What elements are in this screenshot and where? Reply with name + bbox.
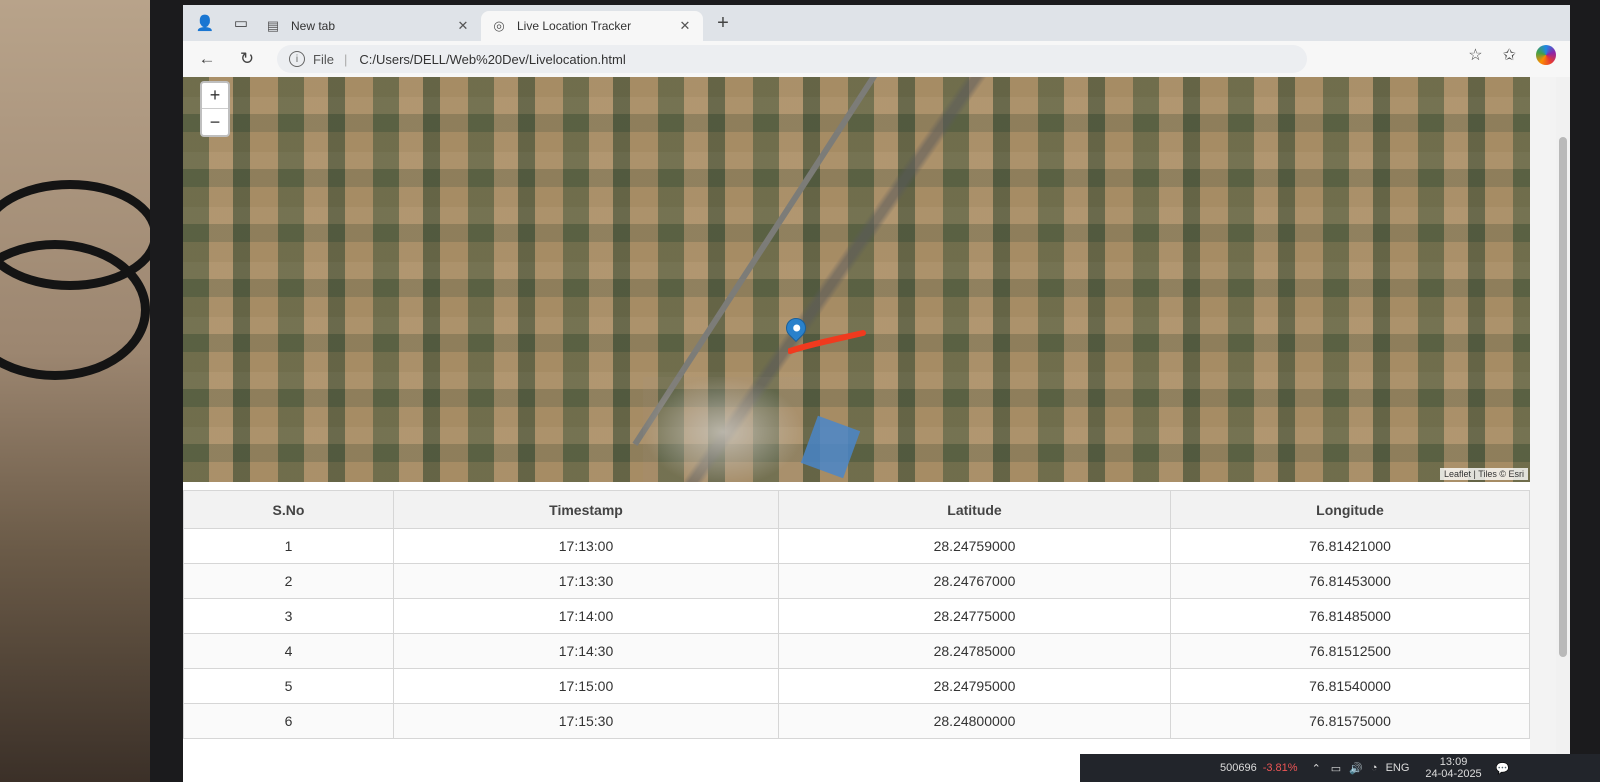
zoom-control: + − — [200, 81, 230, 137]
table-header-row: S.No Timestamp Latitude Longitude — [183, 490, 1530, 529]
header-latitude: Latitude — [778, 490, 1171, 529]
taskbar-tray: 500696 -3.81% ⌃ ▭ 🔊 ◔ ENG 13:09 24-04-20… — [1080, 754, 1600, 782]
language-indicator[interactable]: ENG — [1386, 762, 1410, 774]
profile-icon[interactable]: 👤 — [191, 9, 219, 37]
favorites-icon[interactable]: ✩ — [1503, 45, 1516, 65]
zoom-out-button[interactable]: − — [202, 109, 228, 135]
stock-change: -3.81% — [1262, 762, 1298, 774]
close-tab-icon[interactable]: ✕ — [455, 18, 471, 34]
cell-sno: 2 — [183, 563, 394, 599]
chevron-up-icon[interactable]: ⌃ — [1312, 762, 1321, 775]
water-body — [800, 415, 861, 479]
cell-longitude: 76.81512500 — [1170, 633, 1530, 669]
volume-icon[interactable]: 🔊 — [1349, 762, 1363, 775]
cell-longitude: 76.81485000 — [1170, 598, 1530, 634]
stock-ticker-value[interactable]: 500696 — [1220, 762, 1257, 774]
tab-title: Live Location Tracker — [517, 19, 632, 33]
table-row: 5 17:15:00 28.24795000 76.81540000 — [183, 668, 1530, 704]
table-row: 3 17:14:00 28.24775000 76.81485000 — [183, 598, 1530, 634]
location-table: S.No Timestamp Latitude Longitude 1 17:1… — [183, 490, 1530, 739]
cell-longitude: 76.81575000 — [1170, 703, 1530, 739]
header-longitude: Longitude — [1170, 490, 1530, 529]
tab-live-location-tracker[interactable]: ◎ Live Location Tracker ✕ — [481, 11, 703, 41]
town-area — [643, 377, 803, 482]
globe-icon: ◎ — [493, 18, 505, 33]
header-timestamp: Timestamp — [393, 490, 779, 529]
browser-window: 👤 ▭ ▤ New tab ✕ ◎ Live Location Tracker … — [183, 5, 1570, 782]
cell-latitude: 28.24775000 — [778, 598, 1171, 634]
back-icon[interactable]: ← — [191, 45, 223, 73]
cell-latitude: 28.24767000 — [778, 563, 1171, 599]
clock[interactable]: 13:09 24-04-2025 — [1425, 756, 1481, 780]
cell-latitude: 28.24759000 — [778, 528, 1171, 564]
table-row: 6 17:15:30 28.24800000 76.81575000 — [183, 703, 1530, 739]
cell-sno: 3 — [183, 598, 394, 634]
separator: | — [343, 51, 348, 67]
table-row: 2 17:13:30 28.24767000 76.81453000 — [183, 563, 1530, 599]
desk-background — [0, 0, 165, 782]
info-icon[interactable]: i — [289, 51, 305, 67]
cell-sno: 6 — [183, 703, 394, 739]
favorite-star-icon[interactable]: ☆ — [1468, 45, 1482, 65]
address-bar[interactable]: i File | C:/Users/DELL/Web%20Dev/Liveloc… — [277, 45, 1307, 73]
new-tab-button[interactable]: + — [709, 9, 737, 37]
scheme-label: File — [313, 51, 334, 67]
cell-timestamp: 17:13:00 — [393, 528, 779, 564]
wifi-icon[interactable]: ◔ — [1371, 762, 1378, 774]
cell-sno: 1 — [183, 528, 394, 564]
cell-timestamp: 17:15:00 — [393, 668, 779, 704]
new-tab-page-icon: ▤ — [266, 18, 280, 33]
cell-latitude: 28.24800000 — [778, 703, 1171, 739]
scrollbar-thumb[interactable] — [1559, 137, 1567, 657]
cell-sno: 5 — [183, 668, 394, 704]
url-text[interactable]: C:/Users/DELL/Web%20Dev/Livelocation.htm… — [359, 52, 625, 67]
clock-date: 24-04-2025 — [1425, 768, 1482, 780]
table-row: 1 17:13:00 28.24759000 76.81421000 — [183, 528, 1530, 564]
table-row: 4 17:14:30 28.24785000 76.81512500 — [183, 633, 1530, 669]
notification-icon[interactable]: 💬 — [1496, 762, 1510, 775]
map-attribution[interactable]: Leaflet | Tiles © Esri — [1440, 468, 1528, 480]
zoom-in-button[interactable]: + — [202, 83, 228, 109]
cell-longitude: 76.81540000 — [1170, 668, 1530, 704]
cell-timestamp: 17:14:30 — [393, 633, 779, 669]
cell-latitude: 28.24785000 — [778, 633, 1171, 669]
cell-longitude: 76.81453000 — [1170, 563, 1530, 599]
address-toolbar: ← ↻ i File | C:/Users/DELL/Web%20Dev/Liv… — [183, 41, 1570, 77]
page-scrollbar[interactable] — [1556, 77, 1570, 782]
cell-timestamp: 17:13:30 — [393, 563, 779, 599]
cell-longitude: 76.81421000 — [1170, 528, 1530, 564]
battery-icon[interactable]: ▭ — [1331, 762, 1341, 775]
cell-timestamp: 17:15:30 — [393, 703, 779, 739]
location-table-container: S.No Timestamp Latitude Longitude 1 17:1… — [183, 482, 1530, 782]
cell-latitude: 28.24795000 — [778, 668, 1171, 704]
tab-title: New tab — [291, 19, 336, 33]
map-view[interactable]: + − Leaflet | Tiles © Esri — [183, 77, 1530, 482]
copilot-icon[interactable] — [1536, 45, 1556, 65]
cell-timestamp: 17:14:00 — [393, 598, 779, 634]
tab-new-tab[interactable]: ▤ New tab ✕ — [255, 11, 481, 41]
toolbar-right: ☆ ✩ — [1468, 45, 1556, 65]
close-tab-icon[interactable]: ✕ — [677, 18, 693, 34]
refresh-icon[interactable]: ↻ — [231, 45, 263, 73]
clock-time: 13:09 — [1439, 756, 1468, 768]
header-sno: S.No — [183, 490, 394, 529]
tab-actions-icon[interactable]: ▭ — [227, 9, 255, 37]
tab-strip: 👤 ▭ ▤ New tab ✕ ◎ Live Location Tracker … — [183, 5, 1570, 41]
cell-sno: 4 — [183, 633, 394, 669]
